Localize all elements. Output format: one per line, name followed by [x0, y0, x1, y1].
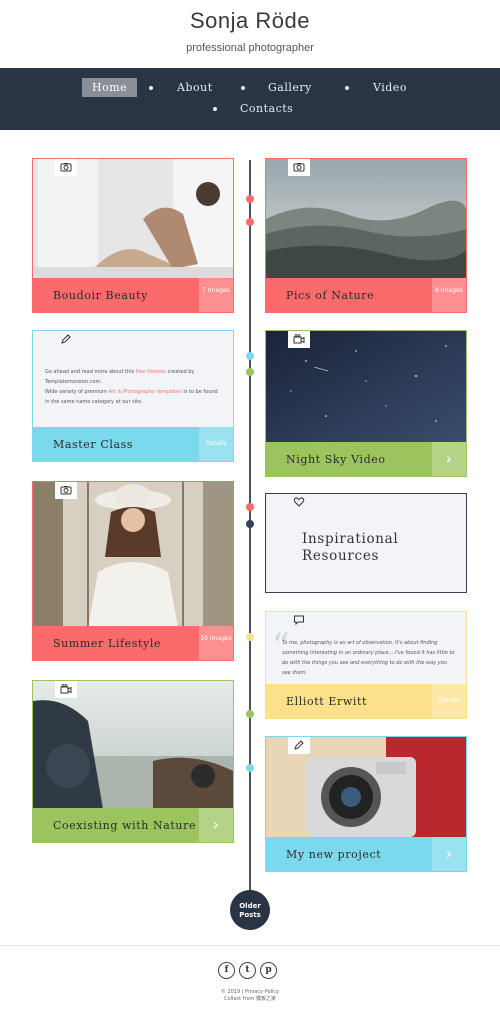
post-photo[interactable] [266, 159, 466, 279]
older-posts-button[interactable]: Older Posts [230, 890, 270, 930]
pinterest-icon[interactable]: p [260, 962, 277, 979]
nav-item-about[interactable]: About [177, 81, 213, 94]
timeline-section: Boudoir Beauty 7 Images Pics of Nature 8… [0, 130, 500, 945]
nav-item-video[interactable]: Video [373, 81, 407, 94]
camera-icon [55, 482, 77, 499]
excerpt-text: Wide variety of premium [45, 389, 109, 395]
main-nav: Home About Gallery Video Contacts [0, 68, 500, 130]
excerpt-text: Go ahead and read more about this [45, 369, 136, 375]
post-photo[interactable] [33, 681, 233, 809]
post-title-bar: Master Class Details [33, 427, 233, 461]
camera-icon [288, 159, 310, 176]
chat-bubble-icon [288, 612, 310, 629]
post-card-night-sky-video[interactable]: Night Sky Video › [265, 330, 467, 477]
site-title[interactable]: Sonja Röde [0, 8, 500, 34]
post-card-my-new-project[interactable]: My new project › [265, 736, 467, 872]
pencil-icon [288, 737, 310, 754]
post-title[interactable]: My new project [286, 848, 381, 861]
post-title-bar: My new project › [266, 837, 466, 871]
site-footer: f t p © 2019 | Privacy Policy Collect fr… [0, 945, 500, 1020]
heart-icon [288, 494, 310, 511]
nav-item-gallery[interactable]: Gallery [268, 81, 312, 94]
timeline-dot [246, 218, 254, 226]
video-camera-icon [55, 681, 77, 698]
timeline-dot [246, 195, 254, 203]
post-title-bar: Elliott Erwitt Details [266, 684, 466, 718]
post-photo-art [33, 159, 233, 279]
post-card-inspirational-resources[interactable]: Inspirational Resources [265, 493, 467, 593]
timeline-dot [246, 503, 254, 511]
post-photo-art [33, 681, 233, 809]
nav-separator [345, 86, 349, 90]
excerpt-link[interactable]: free themes [136, 369, 166, 375]
post-title[interactable]: Summer Lifestyle [53, 637, 161, 650]
details-link[interactable]: Details [432, 684, 466, 718]
timeline-dot [246, 764, 254, 772]
post-title-bar: Boudoir Beauty 7 Images [33, 278, 233, 312]
collect-text[interactable]: Collect from 模板之家 [0, 996, 500, 1003]
excerpt-text: Templatemonster.com. [45, 379, 103, 385]
post-title-bar: Night Sky Video › [266, 442, 466, 476]
post-title[interactable]: Night Sky Video [286, 453, 386, 466]
camera-icon [55, 159, 77, 176]
site-subtitle: professional photographer [186, 42, 314, 54]
post-card-summer-lifestyle[interactable]: Summer Lifestyle 10 Images [32, 481, 234, 661]
social-links: f t p [218, 962, 277, 979]
image-count: 7 Images [199, 278, 233, 312]
post-title-bar: Pics of Nature 8 Images [266, 278, 466, 312]
post-card-master-class[interactable]: Go ahead and read more about this free t… [32, 330, 234, 462]
post-photo-art [33, 482, 233, 628]
chevron-right-icon[interactable]: › [432, 837, 466, 871]
post-title[interactable]: Elliott Erwitt [286, 695, 367, 708]
post-title[interactable]: Master Class [53, 438, 133, 451]
copyright: © 2019 | Privacy Policy Collect from 模板之… [0, 989, 500, 1003]
nav-item-home[interactable]: Home [82, 78, 138, 97]
excerpt-text: created by [166, 369, 195, 375]
post-excerpt: Go ahead and read more about this free t… [45, 367, 223, 407]
facebook-icon[interactable]: f [218, 962, 235, 979]
nav-separator [241, 86, 245, 90]
video-camera-icon [288, 331, 310, 348]
timeline-dot [246, 520, 254, 528]
quote-text: To me, photography is an art of observat… [282, 640, 455, 676]
nav-separator [213, 107, 217, 111]
twitter-icon[interactable]: t [239, 962, 256, 979]
timeline-dot [246, 710, 254, 718]
timeline-dot [246, 368, 254, 376]
post-photo[interactable] [33, 482, 233, 628]
post-photo-art [266, 159, 466, 279]
chevron-right-icon[interactable]: › [199, 808, 233, 842]
timeline-dot [246, 352, 254, 360]
post-title[interactable]: Pics of Nature [286, 289, 374, 302]
post-card-boudoir-beauty[interactable]: Boudoir Beauty 7 Images [32, 158, 234, 313]
post-title-bar: Summer Lifestyle 10 Images [33, 626, 233, 660]
post-card-coexisting-with-nature[interactable]: Coexisting with Nature › [32, 680, 234, 843]
post-title-bar: Coexisting with Nature › [33, 808, 233, 842]
excerpt-text: in the same name category at our site. [45, 399, 143, 405]
nav-separator [149, 86, 153, 90]
post-title[interactable]: Inspirational Resources [302, 531, 452, 565]
post-card-pics-of-nature[interactable]: Pics of Nature 8 Images [265, 158, 467, 313]
image-count: 10 Images [199, 626, 233, 660]
pencil-icon [55, 331, 77, 348]
site-header: Sonja Röde professional photographer [0, 0, 500, 68]
post-title[interactable]: Coexisting with Nature [53, 819, 196, 832]
details-link[interactable]: Details [199, 427, 233, 461]
nav-item-contacts[interactable]: Contacts [240, 102, 293, 115]
post-photo[interactable] [33, 159, 233, 279]
post-title[interactable]: Boudoir Beauty [53, 289, 148, 302]
timeline-line [249, 160, 251, 900]
excerpt-link[interactable]: Art & Photography templates [109, 389, 182, 395]
chevron-right-icon[interactable]: › [432, 442, 466, 476]
excerpt-text: is to be found [181, 389, 218, 395]
post-card-elliott-erwitt[interactable]: “ To me, photography is an art of observ… [265, 611, 467, 719]
copyright-text[interactable]: © 2019 | Privacy Policy [0, 989, 500, 996]
timeline-dot [246, 633, 254, 641]
image-count: 8 Images [432, 278, 466, 312]
